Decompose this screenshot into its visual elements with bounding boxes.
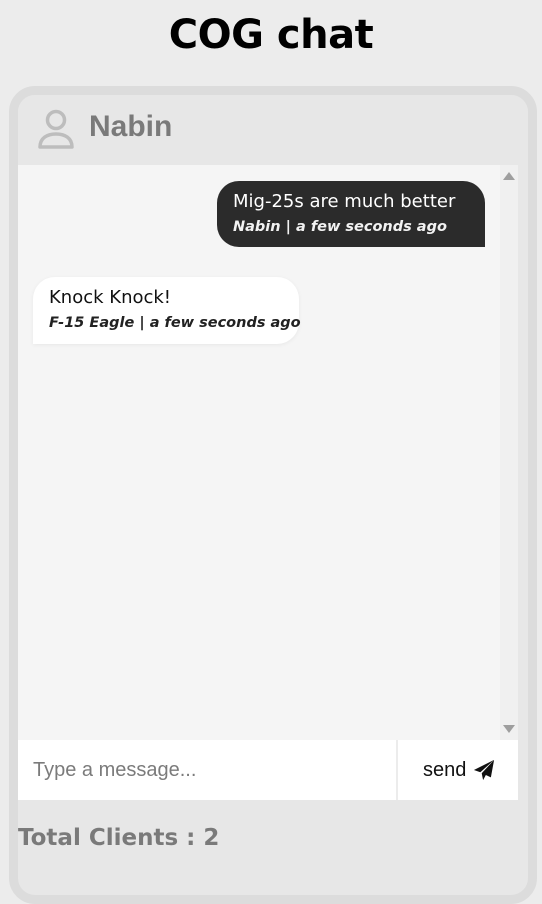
message-text: Knock Knock! <box>49 287 172 308</box>
chat-window: Nabin Mig-25s are much better Nabin | a … <box>9 86 537 904</box>
total-clients-count: Total Clients : 2 <box>18 825 220 851</box>
scroll-up-icon[interactable] <box>503 172 515 180</box>
send-button[interactable]: send <box>400 740 518 800</box>
message-input[interactable] <box>18 740 398 800</box>
send-label: send <box>423 759 467 781</box>
chat-user-name: Nabin <box>89 110 173 143</box>
message-meta: F-15 Eagle | a few seconds ago <box>49 315 301 331</box>
message-list[interactable]: Mig-25s are much better Nabin | a few se… <box>18 165 500 740</box>
message-bubble-incoming: Knock Knock! F-15 Eagle | a few seconds … <box>33 277 301 344</box>
app-title: COG chat <box>168 12 374 58</box>
message-bubble-outgoing: Mig-25s are much better Nabin | a few se… <box>217 181 485 247</box>
message-list-scrollbar[interactable] <box>500 165 518 740</box>
user-icon <box>38 109 74 149</box>
paper-plane-icon <box>473 759 495 781</box>
message-text: Mig-25s are much better <box>233 191 456 212</box>
chat-header: Nabin <box>18 95 528 165</box>
scroll-down-icon[interactable] <box>503 725 515 733</box>
message-composer: send <box>18 740 518 800</box>
message-meta: Nabin | a few seconds ago <box>233 219 447 235</box>
